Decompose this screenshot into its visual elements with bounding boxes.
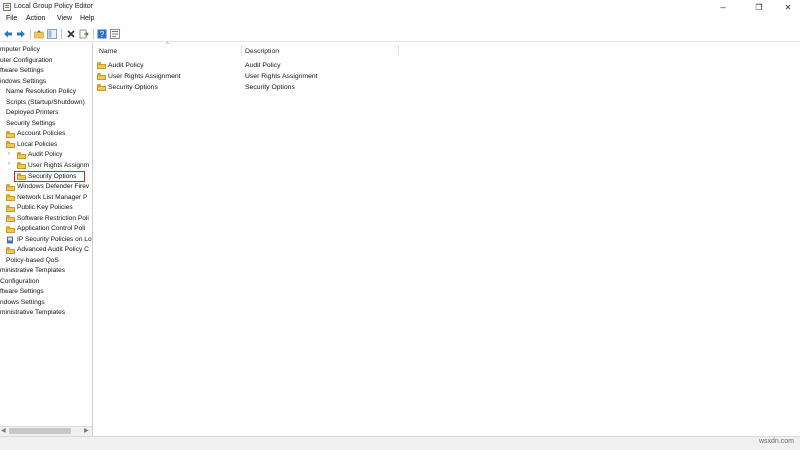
toolbar [0,27,800,42]
list-item-description: Audit Policy [245,62,281,69]
scroll-left-icon[interactable]: ◀ [1,427,6,434]
menu-view[interactable]: View [57,15,72,22]
status-bar [0,436,800,450]
tree-item-deployed-printers[interactable]: Deployed Printers [6,108,58,118]
folder-icon [6,131,15,138]
tree-item-account-policies[interactable]: Account Policies [17,129,65,139]
tree-item-administrative-templates[interactable]: ministrative Templates [0,266,65,276]
folder-icon [97,84,106,91]
column-divider[interactable] [241,45,242,56]
export-list-icon[interactable] [79,29,89,39]
folder-icon [6,226,15,233]
list-item-name[interactable]: Security Options [108,82,158,93]
window-title: Local Group Policy Editor [14,3,93,10]
list-item-description: User Rights Assignment [245,73,318,80]
watermark-text: wsxdn.com [758,438,794,445]
tree-item-advanced-audit-policy[interactable]: Advanced Audit Policy C [17,245,89,255]
folder-icon [17,162,26,169]
tree-item-user-configuration[interactable]: Configuration [0,277,39,287]
tree-item-computer-policy[interactable]: mputer Policy [0,45,40,55]
list-item-name[interactable]: Audit Policy [108,60,144,71]
tree-item-local-policies[interactable]: Local Policies [17,140,57,150]
tree-item-user-software-settings[interactable]: ftware Settings [0,287,44,297]
menu-action[interactable]: Action [26,15,45,22]
tree-item-network-list-manager[interactable]: Network List Manager P [17,193,87,203]
tree-item-computer-configuration[interactable]: uter Configuration [0,56,52,66]
title-bar [0,0,800,14]
open-folder-icon [6,141,15,148]
svg-text:?: ? [100,30,105,39]
folder-icon [97,62,106,69]
menu-bar [0,14,800,26]
list-item-name[interactable]: User Rights Assignment [108,71,181,82]
folder-icon [6,215,15,222]
list-item-description: Security Options [245,84,295,91]
tree-item-application-control[interactable]: Application Control Poli [17,224,85,234]
tree-item-windows-settings[interactable]: indows Settings [0,77,46,87]
scrollbar-thumb[interactable] [9,428,71,434]
menu-help[interactable]: Help [80,15,94,22]
up-folder-icon[interactable] [34,29,44,39]
folder-icon [97,73,106,80]
app-icon [3,3,11,11]
ip-security-icon [6,236,14,244]
tree-item-windows-defender-firewall[interactable]: Windows Defender Firev [17,182,89,192]
selection-highlight [14,171,85,182]
column-divider[interactable] [398,45,399,56]
tree-item-audit-policy[interactable]: Audit Policy [28,150,62,160]
show-hide-tree-icon[interactable] [47,29,57,39]
restore-button[interactable]: ❐ [748,0,770,14]
tree-item-software-restriction[interactable]: Software Restriction Poli [17,214,89,224]
column-header-name[interactable]: Name [99,48,117,55]
console-tree[interactable]: mputer Policy uter Configuration ftware … [0,43,93,436]
forward-arrow-icon[interactable] [16,29,26,39]
folder-icon [17,152,26,159]
toolbar-separator [61,29,62,39]
properties-icon[interactable] [110,29,120,39]
toolbar-separator [93,29,94,39]
folder-icon [6,205,15,212]
tree-item-software-settings[interactable]: ftware Settings [0,66,44,76]
tree-item-name-resolution-policy[interactable]: Name Resolution Policy [6,87,76,97]
sort-ascending-icon: ^ [166,42,169,48]
tree-item-user-administrative-templates[interactable]: ministrative Templates [0,308,65,318]
chevron-right-icon[interactable]: › [8,151,10,157]
tree-item-scripts[interactable]: Scripts (Startup/Shutdown) [6,98,85,108]
tree-item-security-settings[interactable]: Security Settings [6,119,55,129]
close-button[interactable]: ✕ [777,0,799,14]
back-arrow-icon[interactable] [3,29,13,39]
delete-icon[interactable] [66,29,76,39]
tree-item-public-key-policies[interactable]: Public Key Policies [17,203,73,213]
tree-item-user-rights-assignment[interactable]: User Rights Assignm [28,161,89,171]
menu-file[interactable]: File [6,15,17,22]
help-icon[interactable]: ? [97,29,107,39]
tree-item-user-windows-settings[interactable]: ndows Settings [0,298,45,308]
details-pane[interactable] [94,43,800,436]
minimize-button[interactable]: – [712,0,734,14]
tree-item-ip-security[interactable]: IP Security Policies on Lo [17,235,92,245]
folder-icon [6,194,15,201]
folder-icon [6,247,15,254]
column-header-description[interactable]: Description [245,48,279,55]
chevron-right-icon[interactable]: › [8,161,10,167]
tree-item-policy-based-qos[interactable]: Policy-based QoS [6,256,59,266]
toolbar-separator [30,29,31,39]
scroll-right-icon[interactable]: ▶ [84,427,89,434]
folder-icon [6,184,15,191]
